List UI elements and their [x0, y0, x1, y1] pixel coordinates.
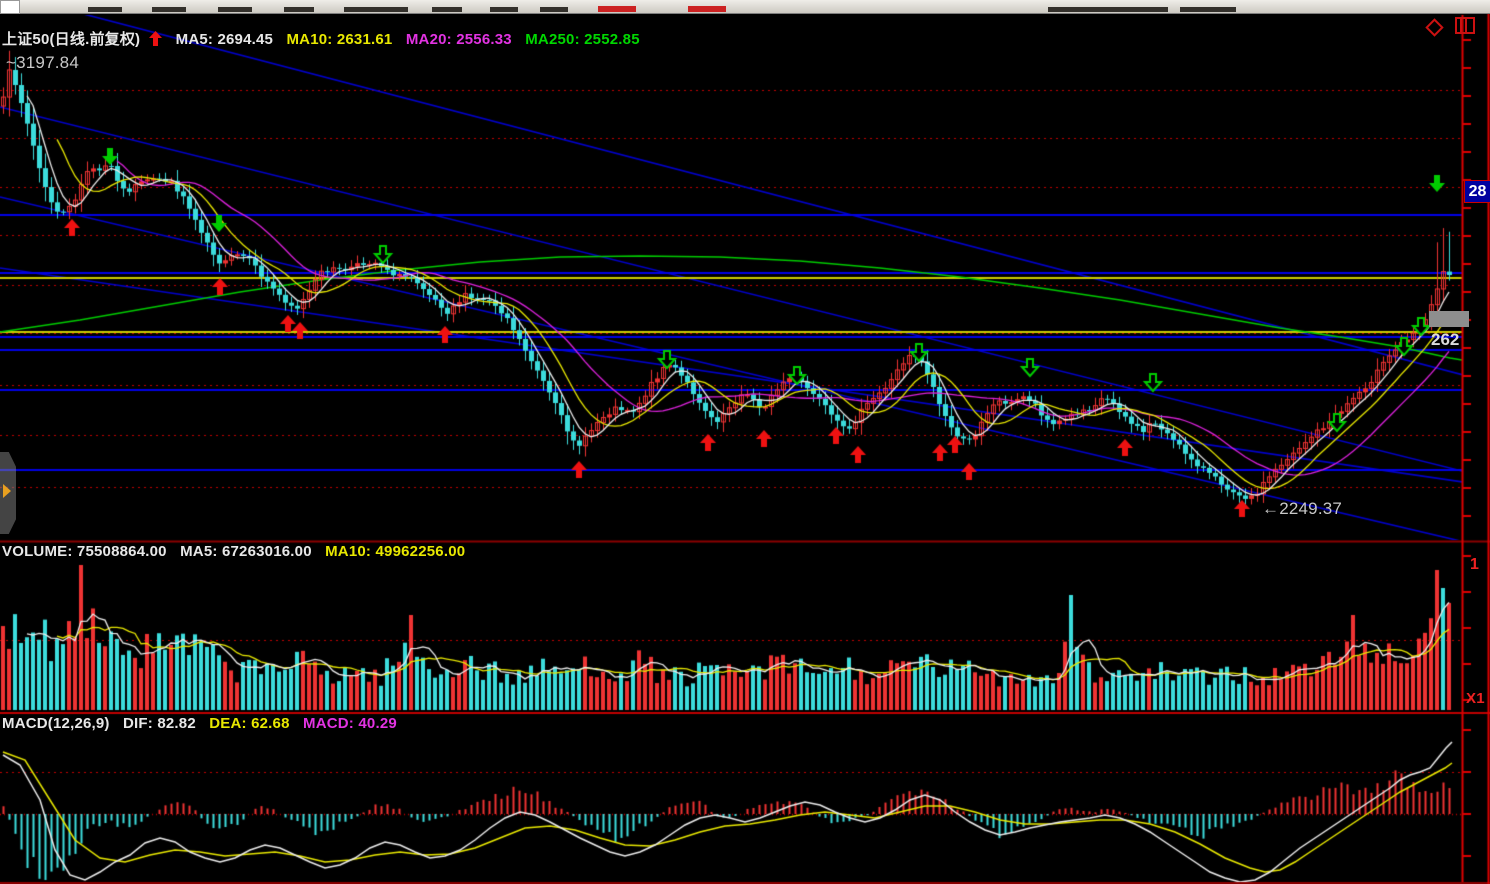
menu-bar[interactable]	[0, 0, 1490, 14]
dea-value: DEA: 62.68	[209, 715, 289, 732]
menu-item-stub	[432, 7, 462, 12]
menu-item-stub	[152, 7, 186, 12]
split-window-icon[interactable]	[1455, 17, 1475, 34]
menu-item-stub	[490, 7, 518, 12]
menu-item-stub	[88, 7, 122, 12]
ma20-value: MA20: 2556.33	[406, 31, 512, 48]
macd-header: MACD(12,26,9) DIF: 82.82 DEA: 62.68 MACD…	[2, 715, 406, 732]
volume-value: VOLUME: 75508864.00	[2, 543, 167, 560]
menu-item-red-stub	[688, 6, 726, 12]
volume-axis-bottom-label: X1	[1466, 690, 1485, 707]
symbol-title: 上证50(日线.前复权)	[2, 31, 140, 48]
period-low-label: ←2249.37	[1262, 499, 1342, 519]
last-price-label: 262	[1431, 330, 1459, 350]
trading-terminal-window: 上证50(日线.前复权) MA5: 2694.45 MA10: 2631.61 …	[0, 0, 1490, 884]
menu-item-stub	[284, 7, 314, 12]
menu-item-stub	[1180, 7, 1236, 12]
macd-params: MACD(12,26,9)	[2, 715, 110, 732]
menu-item-stub	[218, 7, 252, 12]
volume-axis-top-label: 1	[1470, 556, 1479, 574]
menu-item-stub	[344, 7, 408, 12]
dif-value: DIF: 82.82	[123, 715, 196, 732]
expand-arrow-icon	[3, 484, 11, 498]
main-chart-header: 上证50(日线.前复权) MA5: 2694.45 MA10: 2631.61 …	[2, 28, 649, 49]
menu-logo-box	[0, 0, 20, 14]
price-axis-label: 28	[1464, 180, 1490, 203]
sidebar-expand-handle[interactable]	[0, 452, 16, 534]
period-high-label: ~3197.84	[6, 53, 79, 73]
menu-item-red-stub	[598, 6, 636, 12]
vol-ma5-value: MA5: 67263016.00	[180, 543, 312, 560]
last-price-tag-box	[1429, 311, 1469, 327]
ma10-value: MA10: 2631.61	[286, 31, 392, 48]
trend-up-icon	[149, 31, 162, 48]
volume-header: VOLUME: 75508864.00 MA5: 67263016.00 MA1…	[2, 543, 474, 560]
menu-item-stub	[1048, 7, 1168, 12]
menu-item-stub	[540, 7, 568, 12]
ma5-value: MA5: 2694.45	[176, 31, 273, 48]
ma250-value: MA250: 2552.85	[525, 31, 640, 48]
macd-value: MACD: 40.29	[303, 715, 397, 732]
vol-ma10-value: MA10: 49962256.00	[325, 543, 465, 560]
price-chart-canvas[interactable]	[0, 0, 1490, 884]
